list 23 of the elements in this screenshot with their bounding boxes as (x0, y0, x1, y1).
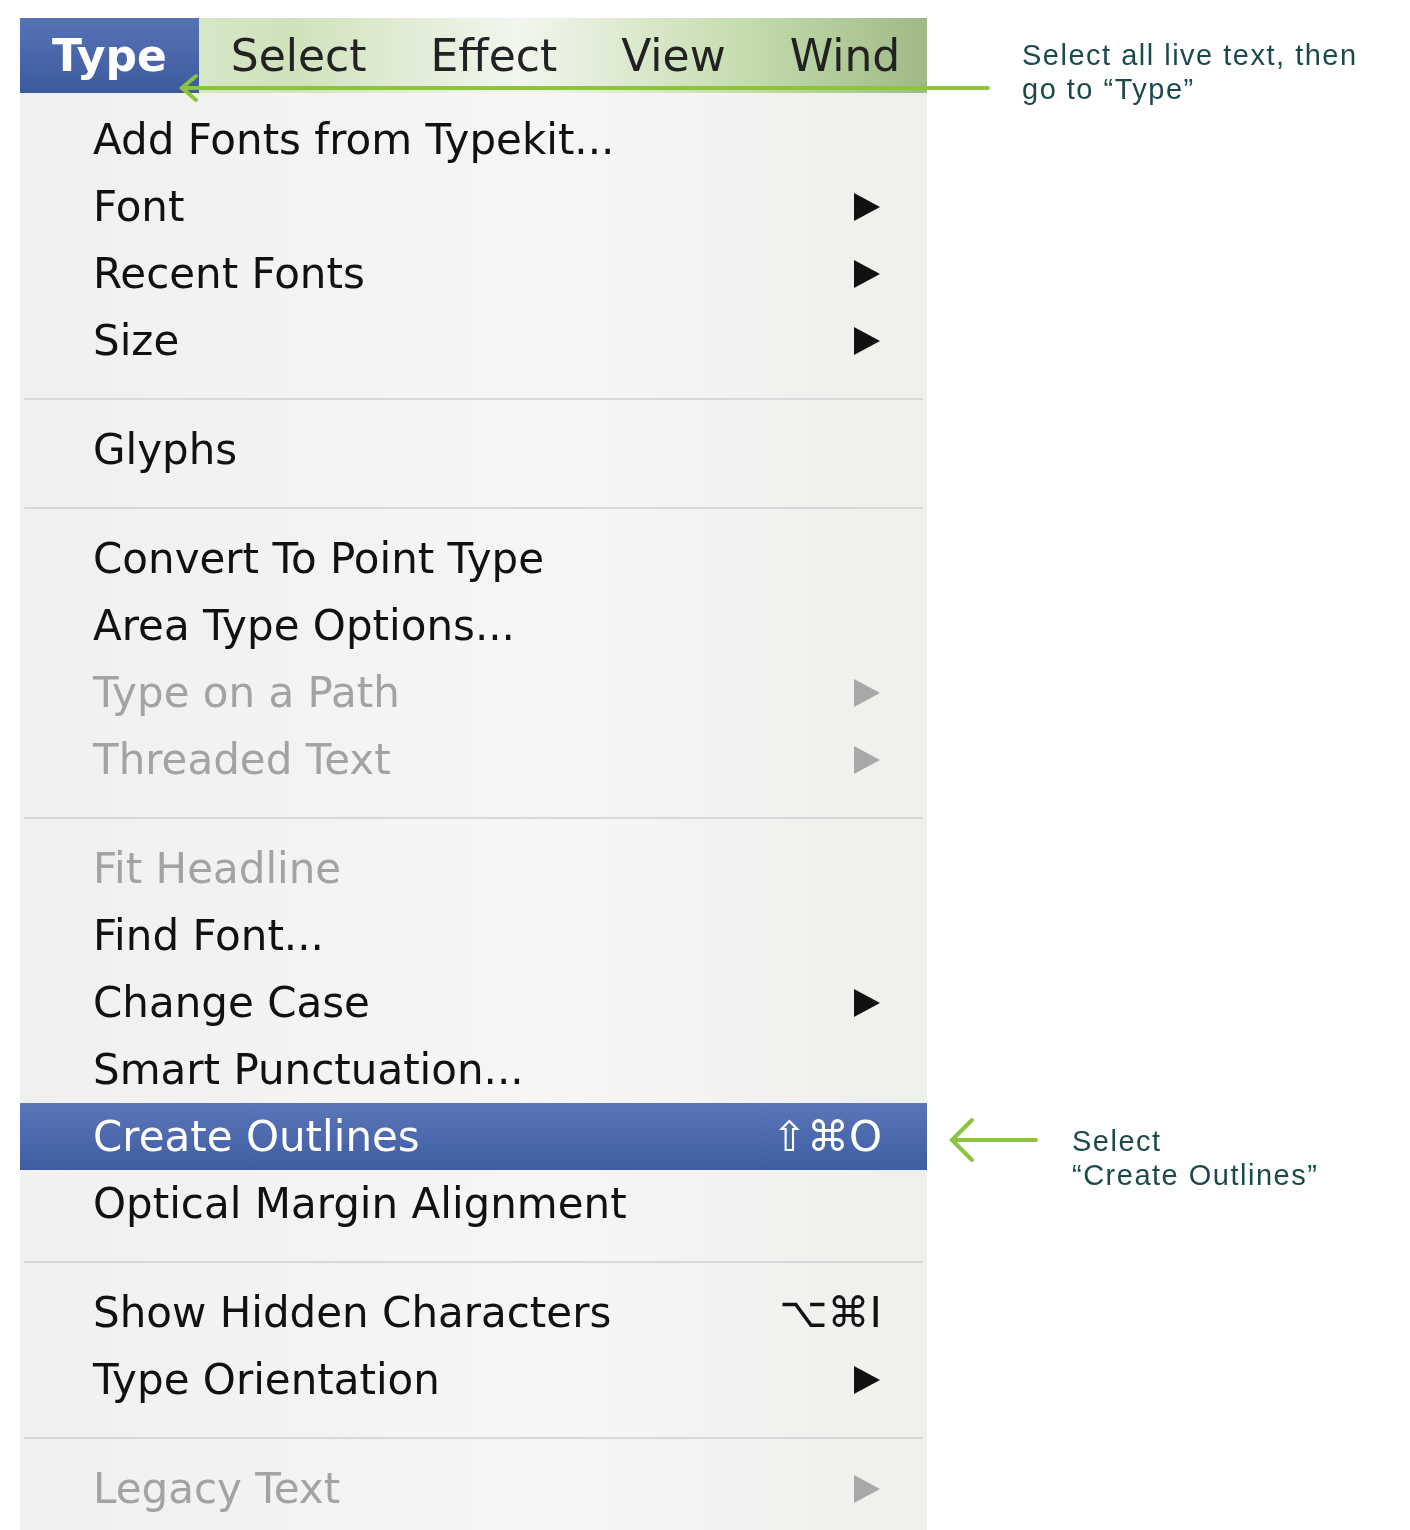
menu-item[interactable]: Type Orientation (20, 1346, 927, 1413)
menu-item[interactable]: Font (20, 173, 927, 240)
menu-bar-item[interactable]: Select (198, 18, 399, 93)
menu-item[interactable]: Optical Margin Alignment (20, 1170, 927, 1237)
shortcut-label: ⌥⌘I (779, 1288, 882, 1337)
menu-item[interactable]: Convert To Point Type (20, 525, 927, 592)
menu-item[interactable]: Show Hidden Characters ⌥⌘I (20, 1279, 927, 1346)
menu-bar-item[interactable]: Effect (398, 18, 590, 93)
menu-item[interactable]: Add Fonts from Typekit... (20, 106, 927, 173)
annotation-text: Select “Create Outlines” (1072, 1124, 1319, 1192)
menu-item[interactable]: Create Outlines ⇧⌘O (20, 1103, 927, 1170)
menu-item[interactable]: Area Type Options... (20, 592, 927, 659)
menu-item[interactable]: Smart Punctuation... (20, 1036, 927, 1103)
menu-item[interactable]: Glyphs (20, 416, 927, 483)
menu-item[interactable]: Recent Fonts (20, 240, 927, 307)
menu-item[interactable]: Change Case (20, 969, 927, 1036)
menu-item[interactable]: Size (20, 307, 927, 374)
menu-bar-item[interactable]: Wind (757, 18, 933, 93)
menu-bar-item[interactable]: Type (20, 18, 199, 93)
menu-item[interactable]: Find Font... (20, 902, 927, 969)
menu-bar-item[interactable]: View (589, 18, 758, 93)
shortcut-label: ⇧⌘O (771, 1112, 882, 1161)
annotation-text: Select all live text, then go to “Type” (1022, 38, 1358, 106)
